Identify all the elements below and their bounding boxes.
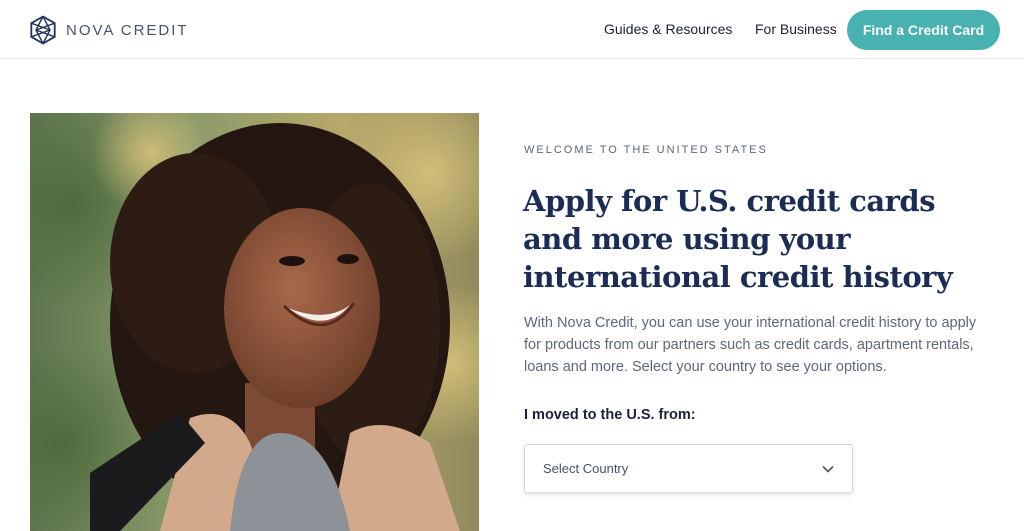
chevron-down-icon — [822, 465, 834, 473]
nova-credit-logo-icon — [30, 15, 56, 45]
find-credit-card-button[interactable]: Find a Credit Card — [847, 10, 1000, 50]
country-select-label: I moved to the U.S. from: — [524, 407, 696, 423]
country-select-value: Select Country — [543, 461, 629, 476]
welcome-eyebrow: WELCOME TO THE UNITED STATES — [524, 144, 768, 156]
hero-headline: Apply for U.S. credit cards and more usi… — [523, 184, 953, 294]
hero-photo — [30, 113, 479, 531]
woman-smiling-photo — [30, 113, 479, 531]
top-navigation-bar: NOVA CREDIT Guides & Resources For Busin… — [0, 0, 1024, 59]
brand-name: NOVA CREDIT — [66, 21, 189, 39]
nav-for-business[interactable]: For Business — [755, 21, 837, 37]
nav-guides-resources[interactable]: Guides & Resources — [604, 21, 732, 37]
country-select-dropdown[interactable]: Select Country — [524, 444, 853, 493]
hero-intro-text: With Nova Credit, you can use your inter… — [524, 315, 977, 375]
nova-credit-logo[interactable]: NOVA CREDIT — [28, 15, 189, 45]
